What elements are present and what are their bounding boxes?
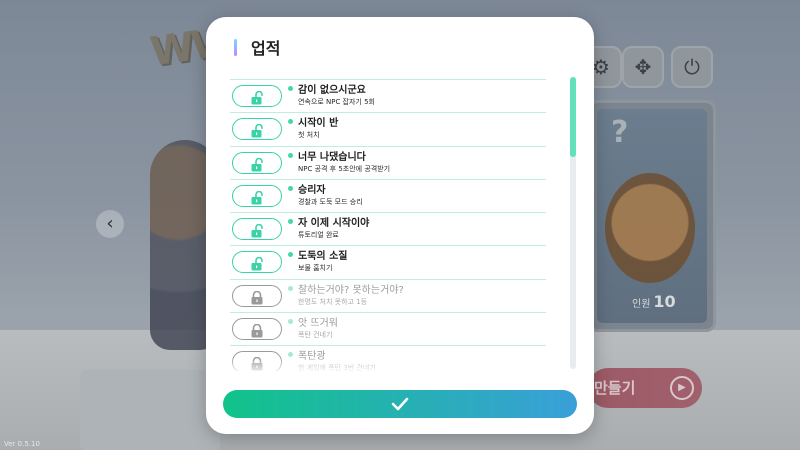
unlocked-lock-icon [250,123,266,142]
unlocked-lock-icon [250,157,266,176]
achievement-row: 자 이제 시작이야 튜토리얼 완료 [230,212,546,245]
check-icon [391,397,409,411]
achievements-modal: 업적 감이 없으시군요 연속으로 NPC 잡자기 5회 시작이 반첫 처치 너무 나댔… [206,17,594,434]
achievement-row: 잘하는거야? 못하는거야? 한명도 처치 못하고 1등 [230,278,546,312]
list-fade [230,357,546,375]
achievement-description: 한명도 처치 못하고 1등 [298,297,368,306]
achievement-description: 폭탄 건네기 [298,331,333,340]
achievement-title: 너무 나댔습니다 [298,151,366,163]
modal-header: 업적 [234,37,281,58]
achievement-row: 앗 뜨거워 폭탄 건네기 [230,312,546,345]
unlocked-lock-icon [250,90,266,109]
unlocked-lock-icon [250,256,266,275]
achievement-row: 시작이 반첫 처치 [230,112,546,145]
modal-title: 업적 [251,39,281,58]
unlocked-badge [232,85,282,107]
achievement-description: 경찰과 도둑 모드 승리 [298,197,363,206]
unlocked-badge [232,151,282,176]
achievement-title: 감이 없으시군요 [298,85,366,96]
bullet-dot [288,285,293,291]
bullet-dot [288,319,293,325]
achievement-list[interactable]: 감이 없으시군요 연속으로 NPC 잡자기 5회 시작이 반첫 처치 너무 나댔습니다… [230,79,546,371]
bullet-dot [288,219,293,225]
prev-arrow-icon[interactable]: ‹ [96,210,124,238]
locked-badge [232,284,282,309]
ice-block [80,370,220,450]
achievement-row: 감이 없으시군요연속으로 NPC 잡자기 5회 [230,79,546,112]
gamepad-button[interactable]: ✥ [622,46,664,88]
bullet-dot [288,119,293,125]
power-button[interactable]: ⏻ [671,46,713,88]
achievement-row: 승리자 경찰과 도둑 모드 승리 [230,178,546,212]
achievement-description: 튜토리얼 완료 [298,231,339,240]
player-count: 인원 10 [632,292,676,311]
achievement-row: 너무 나댔습니다 NPC 공격 후 5초안에 공격받기 [230,145,546,179]
create-button[interactable]: 만들기 ▶ [588,368,702,408]
card-character [605,173,695,283]
achievement-title: 승리자 [298,184,326,196]
scrollbar-thumb[interactable] [570,77,576,157]
achievement-row: 도둑의 소질 보물 훔치기 [230,245,546,278]
achievement-title: 자 이제 시작이야 [298,218,370,230]
version-label: Ver 0.5.10 [4,440,40,448]
bullet-dot [288,185,293,191]
achievement-title: 앗 뜨거워 [298,318,338,330]
bullet-dot [288,86,293,91]
locked-badge [232,318,282,342]
achievement-title: 잘하는거야? 못하는거야? [298,284,404,296]
achievement-description: 첫 처치 [298,131,320,140]
bullet-dot [288,252,293,258]
achievement-description: 보물 훔치기 [298,264,333,273]
unlocked-badge [232,251,282,275]
unlocked-badge [232,118,282,142]
unlocked-badge [232,218,282,242]
confirm-button[interactable] [223,390,577,418]
lock-icon [250,323,264,342]
unlocked-lock-icon [250,190,266,209]
lock-icon [250,290,264,309]
achievement-title: 도둑의 소질 [298,251,348,263]
achievement-description: NPC 공격 후 5초안에 공격받기 [298,164,391,173]
title-accent-bar [234,38,237,56]
play-icon: ▶ [670,376,694,400]
achievement-description: 연속으로 NPC 잡자기 5회 [298,98,375,106]
bullet-dot [288,152,293,158]
unlocked-lock-icon [250,223,266,242]
question-mark-icon: ? [611,115,629,150]
scrollbar[interactable] [570,77,576,369]
unlocked-badge [232,184,282,209]
achievement-title: 시작이 반 [298,118,339,130]
